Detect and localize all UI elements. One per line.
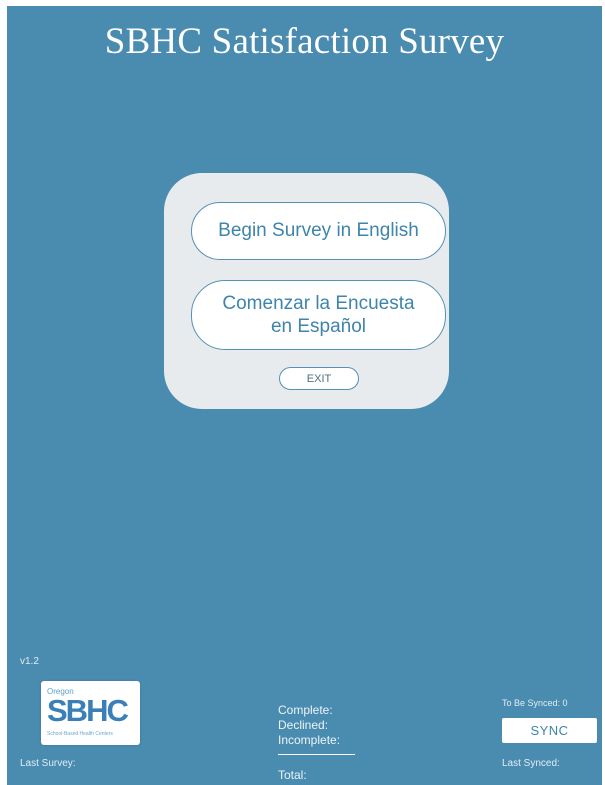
complete-label: Complete: [278,703,333,717]
incomplete-label: Incomplete: [278,733,341,747]
last-survey-label: Last Survey: [20,758,76,769]
language-menu-panel: Begin Survey in English Comenzar la Encu… [164,173,449,409]
to-be-synced-count: To Be Synced: 0 [502,698,568,708]
total-label: Total: [278,768,307,782]
last-synced-label: Last Synced: [502,758,560,769]
exit-button[interactable]: EXIT [279,367,359,390]
sync-button[interactable]: SYNC [502,718,597,743]
survey-screen: SBHC Satisfaction Survey Begin Survey in… [7,6,602,785]
declined-label: Declined: [278,718,329,732]
oregon-sbhc-logo: Oregon SBHC School-Based Health Centers [41,681,140,745]
begin-spanish-button[interactable]: Comenzar la Encuesta en Español [191,280,446,350]
logo-sbhc-text: SBHC [47,693,129,728]
logo-subtitle: School-Based Health Centers [47,731,113,737]
begin-english-button[interactable]: Begin Survey in English [191,202,446,260]
stats-divider [278,754,355,755]
survey-stats: Complete: Declined: Incomplete: [278,703,340,748]
version-label: v1.2 [20,656,39,667]
page-title: SBHC Satisfaction Survey [104,21,505,62]
